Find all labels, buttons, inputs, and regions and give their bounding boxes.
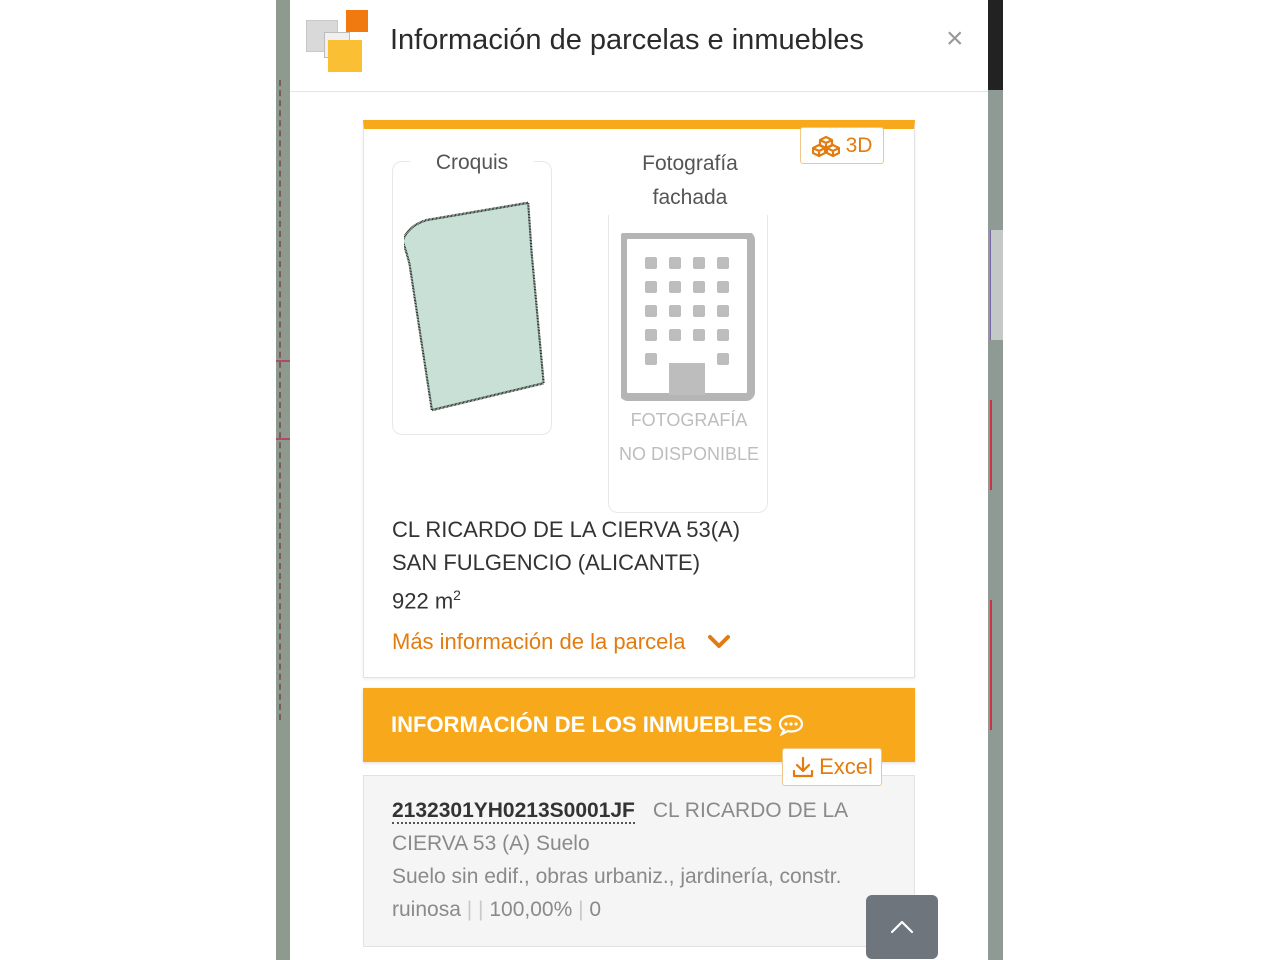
photo-unavailable-text: FOTOGRAFÍA NO DISPONIBLE xyxy=(618,410,760,464)
inmueble-value: 0 xyxy=(589,898,602,921)
excel-label: Excel xyxy=(819,754,873,779)
map-line xyxy=(990,400,992,490)
map-background-left xyxy=(276,0,290,960)
address-street: CL RICARDO DE LA CIERVA 53(A) xyxy=(392,517,741,542)
chevron-down-icon xyxy=(708,635,731,648)
modal-title: Información de parcelas e inmuebles xyxy=(390,24,864,56)
close-icon[interactable]: × xyxy=(946,24,964,54)
view-3d-button[interactable]: 3D xyxy=(800,127,884,164)
map-control xyxy=(988,0,1003,90)
parcel-address: CL RICARDO DE LA CIERVA 53(A) SAN FULGEN… xyxy=(392,513,740,617)
separator: | xyxy=(466,898,473,921)
catastro-logo xyxy=(306,10,370,74)
parcel-sketch[interactable] xyxy=(404,199,574,439)
comment-icon[interactable] xyxy=(778,714,804,736)
parcel-area: 922 m2 xyxy=(392,587,461,614)
cadastral-reference-link[interactable]: 2132301YH0213S0001JF xyxy=(392,799,635,824)
facade-photo-label: Fotografía fachada xyxy=(590,147,790,215)
map-parcel-outline xyxy=(990,600,1002,730)
separator: | xyxy=(478,898,484,921)
parcel-card: 3D Croquis Fotografía fachada FOTOGRAFÍA… xyxy=(363,120,915,678)
modal-header: Información de parcelas e inmuebles × xyxy=(290,0,988,92)
inmuebles-section-title: INFORMACIÓN DE LOS INMUEBLES xyxy=(391,712,773,737)
map-parcel xyxy=(990,230,1003,340)
chevron-up-icon xyxy=(890,920,914,934)
map-parcel-outline xyxy=(276,360,290,440)
cubes-icon xyxy=(811,135,840,157)
view-3d-label: 3D xyxy=(845,133,873,157)
inmueble-usage: Suelo sin edif., obras urbaniz., jardine… xyxy=(392,865,842,921)
more-parcel-info-link[interactable]: Más información de la parcela xyxy=(392,629,731,655)
inmueble-details: 2132301YH0213S0001JF CL RICARDO DE LA CIE… xyxy=(392,794,892,926)
scroll-to-top-button[interactable] xyxy=(866,895,938,959)
more-parcel-info-label: Más información de la parcela xyxy=(392,629,686,654)
croquis-label: Croquis xyxy=(410,151,534,175)
inmueble-percent: 100,00% xyxy=(489,898,573,921)
address-municipality: SAN FULGENCIO (ALICANTE) xyxy=(392,550,701,575)
inmueble-list-item: 2132301YH0213S0001JF CL RICARDO DE LA CIE… xyxy=(363,775,915,947)
download-icon xyxy=(792,756,814,778)
excel-download-button[interactable]: Excel xyxy=(782,748,882,786)
building-placeholder-icon xyxy=(621,233,755,401)
separator: | xyxy=(578,898,584,921)
map-background-right xyxy=(988,0,1003,960)
parcel-info-modal: Información de parcelas e inmuebles × 3D… xyxy=(290,0,988,960)
